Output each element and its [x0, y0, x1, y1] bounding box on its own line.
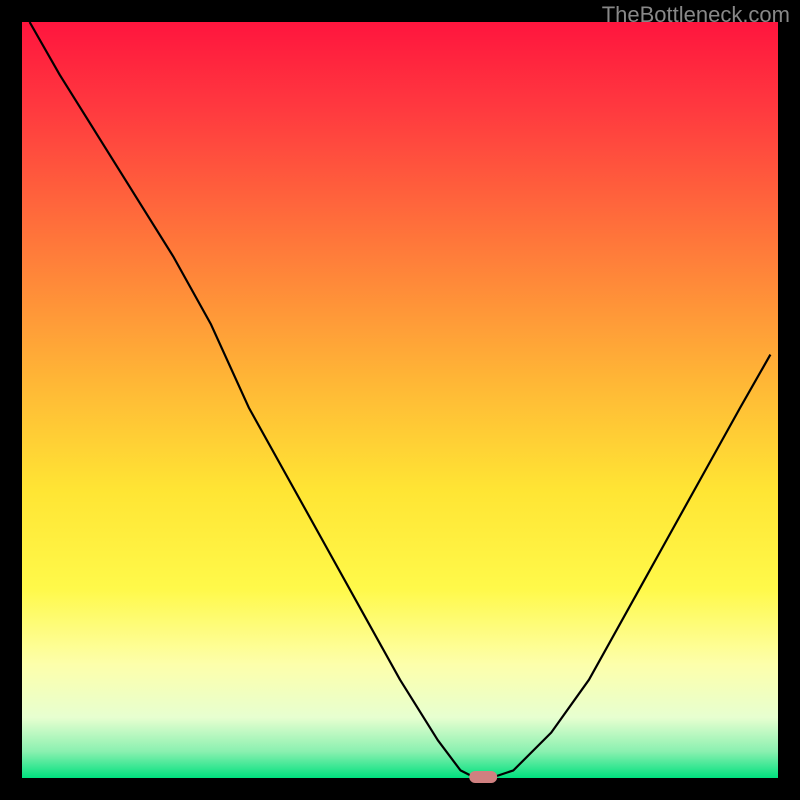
chart-svg: [0, 0, 800, 800]
bottleneck-chart: TheBottleneck.com: [0, 0, 800, 800]
watermark-text: TheBottleneck.com: [602, 2, 790, 28]
optimal-point-marker: [469, 771, 497, 783]
